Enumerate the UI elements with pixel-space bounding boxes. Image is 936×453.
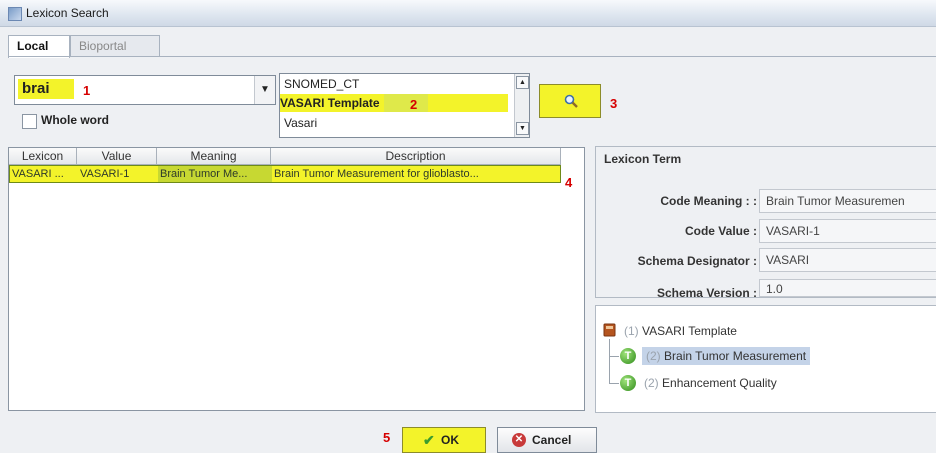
cell-meaning: Brain Tumor Me... bbox=[158, 166, 272, 182]
schema-designator-label: Schema Designator : bbox=[637, 254, 757, 268]
cancel-button[interactable]: ✕ Cancel bbox=[497, 427, 597, 453]
column-header-description[interactable]: Description bbox=[271, 148, 561, 165]
tree-node-brain-tumor[interactable]: (2) Brain Tumor Measurement bbox=[642, 347, 811, 365]
scroll-down-icon[interactable]: ▼ bbox=[516, 122, 529, 135]
scroll-up-icon[interactable]: ▲ bbox=[516, 76, 529, 89]
lexicon-term-heading: Lexicon Term bbox=[604, 152, 682, 166]
book-icon bbox=[603, 323, 616, 337]
code-value-field[interactable]: VASARI-1 bbox=[759, 219, 936, 243]
tree-node-label: Brain Tumor Measurement bbox=[664, 349, 807, 363]
tab-bioportal[interactable]: Bioportal bbox=[70, 35, 160, 57]
magnifier-icon bbox=[564, 94, 578, 108]
window-title: Lexicon Search bbox=[26, 6, 109, 20]
whole-word-label: Whole word bbox=[41, 113, 109, 127]
code-value-label: Code Value : bbox=[684, 224, 757, 238]
lexicon-item-vasari-template[interactable]: VASARI Template bbox=[280, 94, 508, 112]
whole-word-checkbox[interactable] bbox=[22, 114, 37, 129]
term-node-icon: T bbox=[620, 375, 636, 391]
marker-1: 1 bbox=[83, 83, 91, 98]
marker-4: 4 bbox=[565, 175, 573, 190]
tree-node-num: (2) bbox=[646, 349, 661, 363]
marker-2: 2 bbox=[410, 97, 418, 112]
term-tree: (1) VASARI Template T (2) Brain Tumor Me… bbox=[595, 305, 936, 413]
tree-connector bbox=[609, 383, 619, 384]
lexicon-item-snomed[interactable]: SNOMED_CT bbox=[280, 75, 359, 93]
selection-highlight bbox=[428, 94, 508, 112]
lexicon-scrollbar[interactable]: ▲ ▼ bbox=[514, 74, 529, 137]
column-header-lexicon[interactable]: Lexicon bbox=[9, 148, 77, 165]
table-row[interactable]: VASARI ... VASARI-1 Brain Tumor Me... Br… bbox=[9, 165, 561, 183]
results-table: Lexicon Value Meaning Description VASARI… bbox=[8, 147, 585, 411]
marker-5: 5 bbox=[383, 430, 391, 445]
cancel-icon: ✕ bbox=[512, 433, 526, 447]
tree-connector bbox=[609, 356, 619, 357]
chevron-down-icon[interactable]: ▼ bbox=[254, 76, 275, 104]
ok-button[interactable]: ✔ OK bbox=[402, 427, 486, 453]
lexicon-item-label: VASARI Template bbox=[280, 94, 384, 112]
cell-lexicon: VASARI ... bbox=[12, 168, 64, 180]
tree-node-enhancement[interactable]: (2) Enhancement Quality bbox=[644, 374, 777, 392]
lexicon-item-vasari[interactable]: Vasari bbox=[280, 114, 317, 132]
lexicon-term-panel: Lexicon Term Code Meaning : : Brain Tumo… bbox=[595, 146, 936, 300]
schema-version-label: Schema Version : bbox=[656, 286, 757, 300]
tree-node-num: (2) bbox=[644, 376, 659, 390]
ok-label: OK bbox=[441, 433, 459, 447]
tree-node-root-num: (1) bbox=[624, 324, 639, 338]
cell-description: Brain Tumor Measurement for glioblasto..… bbox=[274, 168, 479, 180]
cancel-label: Cancel bbox=[532, 433, 572, 447]
term-node-icon: T bbox=[620, 348, 636, 364]
tree-node-label: Enhancement Quality bbox=[662, 376, 777, 390]
marker-3: 3 bbox=[610, 96, 618, 111]
column-header-value[interactable]: Value bbox=[77, 148, 157, 165]
column-header-meaning[interactable]: Meaning bbox=[157, 148, 271, 165]
schema-version-field[interactable]: 1.0 bbox=[759, 279, 936, 297]
tree-connector bbox=[609, 339, 610, 384]
check-icon: ✔ bbox=[423, 432, 435, 448]
app-icon bbox=[8, 7, 22, 21]
code-meaning-label: Code Meaning : : bbox=[660, 194, 757, 208]
tree-node-root[interactable]: (1) VASARI Template bbox=[624, 322, 737, 340]
code-meaning-field[interactable]: Brain Tumor Measuremen bbox=[759, 189, 936, 213]
search-button[interactable] bbox=[539, 84, 601, 118]
tab-local[interactable]: Local bbox=[8, 35, 70, 58]
tree-node-root-label: VASARI Template bbox=[642, 324, 737, 338]
lexicon-list[interactable]: SNOMED_CT VASARI Template Vasari ▲ ▼ bbox=[279, 73, 530, 138]
cell-value: VASARI-1 bbox=[80, 168, 130, 180]
tab-divider bbox=[8, 56, 936, 57]
search-input[interactable]: brai bbox=[18, 79, 74, 99]
title-bar: Lexicon Search bbox=[0, 0, 936, 27]
schema-designator-field[interactable]: VASARI bbox=[759, 248, 936, 272]
search-combobox[interactable]: brai ▼ bbox=[14, 75, 276, 105]
